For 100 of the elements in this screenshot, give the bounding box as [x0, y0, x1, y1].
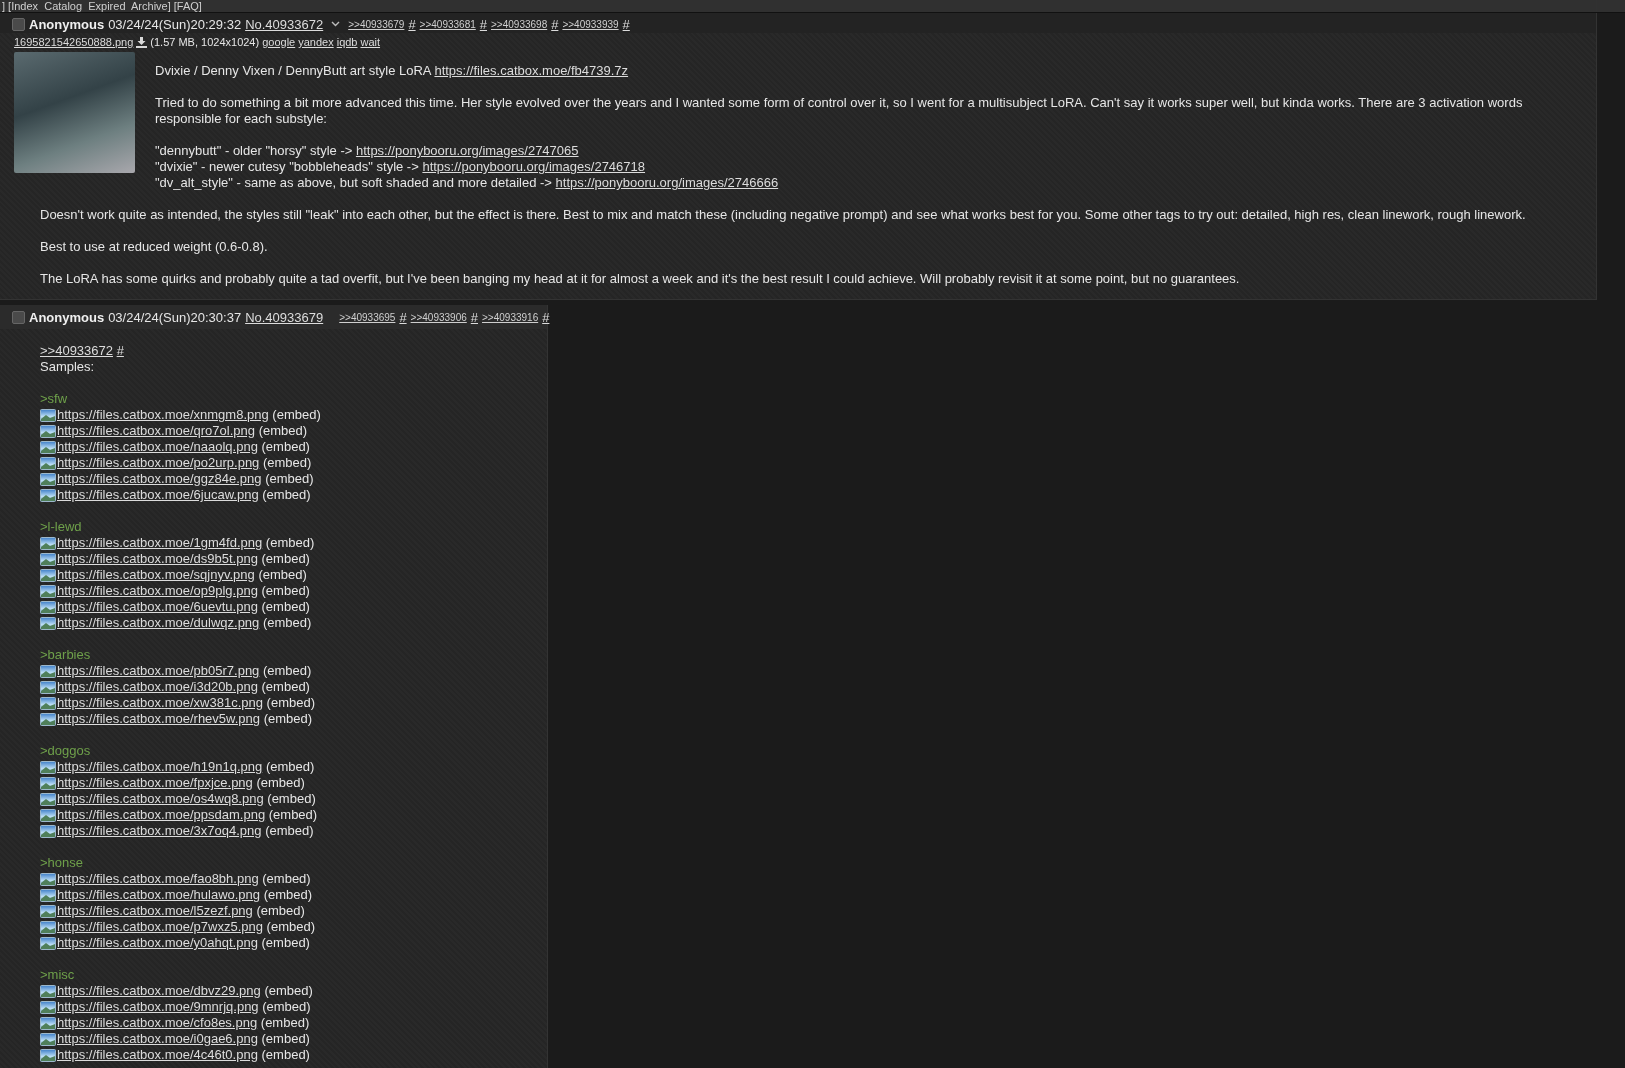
embed-link[interactable]: (embed) [261, 551, 310, 567]
embed-link[interactable]: (embed) [267, 791, 316, 807]
link[interactable]: https://ponybooru.org/images/2747065 [355, 143, 579, 158]
backlink[interactable]: >>40933679 [348, 18, 405, 30]
embed-link[interactable]: (embed) [261, 439, 310, 455]
image-icon [40, 904, 56, 918]
post-anchor-link[interactable]: # [116, 343, 124, 358]
file-link[interactable]: https://files.catbox.moe/xw381c.png [57, 695, 263, 711]
link[interactable]: https://files.catbox.moe/fb4739.7z [434, 63, 629, 78]
file-link[interactable]: https://files.catbox.moe/9mnrjq.png [57, 999, 259, 1015]
post-number-link[interactable]: No.40933679 [245, 309, 324, 325]
quote-link[interactable]: >>40933672 [40, 343, 114, 358]
file-link[interactable]: https://files.catbox.moe/rhev5w.png [57, 711, 261, 727]
image-thumbnail[interactable] [14, 52, 135, 173]
post-anchor-link[interactable]: # [622, 16, 630, 32]
link[interactable]: https://ponybooru.org/images/2746718 [422, 159, 645, 174]
post-number-link[interactable]: No.40933672 [245, 16, 324, 32]
embed-link[interactable]: (embed) [263, 455, 312, 471]
embed-link[interactable]: (embed) [265, 759, 315, 775]
file-link[interactable]: https://files.catbox.moe/i0gae6.png [57, 1031, 258, 1047]
post-checkbox[interactable] [12, 17, 25, 31]
embed-link[interactable]: (embed) [262, 871, 311, 887]
file-link[interactable]: https://files.catbox.moe/l5zezf.png [57, 903, 253, 919]
embed-link[interactable]: (embed) [261, 583, 310, 599]
backlink[interactable]: >>40933695 [339, 311, 396, 323]
backlink[interactable]: >>40933939 [562, 18, 619, 30]
file-link[interactable]: https://files.catbox.moe/6jucaw.png [57, 487, 259, 503]
embed-link[interactable]: (embed) [263, 663, 312, 679]
post-anchor-link[interactable]: # [399, 309, 407, 325]
embed-link[interactable]: (embed) [262, 487, 311, 503]
file-link[interactable]: https://files.catbox.moe/ppsdam.png [57, 807, 266, 823]
file-link[interactable]: https://files.catbox.moe/dbvz29.png [57, 983, 261, 999]
embed-link[interactable]: (embed) [260, 1015, 310, 1031]
file-link[interactable]: https://files.catbox.moe/cfo8es.png [57, 1015, 258, 1031]
file-name-link[interactable]: 1695821542650888.png [14, 35, 134, 49]
image-search-link[interactable]: google [262, 35, 296, 49]
post-anchor-link[interactable]: # [551, 16, 559, 32]
file-link[interactable]: https://files.catbox.moe/qro7ol.png [57, 423, 255, 439]
embed-link[interactable]: (embed) [265, 535, 315, 551]
download-icon[interactable] [136, 36, 148, 48]
post-checkbox[interactable] [12, 310, 25, 324]
file-link[interactable]: https://files.catbox.moe/1gm4fd.png [57, 535, 263, 551]
caret-icon[interactable] [331, 21, 341, 27]
image-search-link[interactable]: iqdb [336, 35, 358, 49]
file-link[interactable]: https://files.catbox.moe/op9plg.png [57, 583, 258, 599]
file-link[interactable]: https://files.catbox.moe/4c46t0.png [57, 1047, 258, 1063]
embed-link[interactable]: (embed) [265, 471, 314, 487]
embed-link[interactable]: (embed) [261, 679, 310, 695]
embed-link[interactable]: (embed) [258, 567, 307, 583]
file-link[interactable]: https://files.catbox.moe/p7wxz5.png [57, 919, 263, 935]
embed-link[interactable]: (embed) [266, 695, 315, 711]
file-link[interactable]: https://files.catbox.moe/hulawo.png [57, 887, 261, 903]
embed-link[interactable]: (embed) [272, 407, 321, 423]
image-icon [40, 472, 56, 486]
image-search-link[interactable]: yandex [298, 35, 334, 49]
embed-link[interactable]: (embed) [268, 807, 318, 823]
file-link[interactable]: https://files.catbox.moe/ggz84e.png [57, 471, 262, 487]
image-search-link[interactable]: wait [360, 35, 381, 49]
embed-link[interactable]: (embed) [261, 1031, 310, 1047]
embed-link[interactable]: (embed) [262, 999, 311, 1015]
embed-link[interactable]: (embed) [264, 983, 313, 999]
backlink[interactable]: >>40933906 [410, 311, 467, 323]
post-anchor-link[interactable]: # [542, 309, 550, 325]
file-link[interactable]: https://files.catbox.moe/dulwqz.png [57, 615, 260, 631]
embed-link[interactable]: (embed) [263, 711, 313, 727]
embed-link[interactable]: (embed) [262, 615, 312, 631]
file-link[interactable]: https://files.catbox.moe/y0ahqt.png [57, 935, 258, 951]
backlink[interactable]: >>40933681 [419, 18, 476, 30]
file-link[interactable]: https://files.catbox.moe/naaolq.png [57, 439, 258, 455]
file-link[interactable]: https://files.catbox.moe/i3d20b.png [57, 679, 258, 695]
file-link[interactable]: https://files.catbox.moe/6uevtu.png [57, 599, 258, 615]
post-anchor-link[interactable]: # [408, 16, 416, 32]
file-link[interactable]: https://files.catbox.moe/sqjnyv.png [57, 567, 255, 583]
embed-link[interactable]: (embed) [266, 919, 315, 935]
file-link[interactable]: https://files.catbox.moe/fao8bh.png [57, 871, 259, 887]
file-link[interactable]: https://files.catbox.moe/3x7oq4.png [57, 823, 262, 839]
embed-link[interactable]: (embed) [261, 935, 310, 951]
greentext: >misc [40, 967, 76, 983]
post-anchor-link[interactable]: # [470, 309, 478, 325]
file-link[interactable]: https://files.catbox.moe/h19n1q.png [57, 759, 263, 775]
file-link[interactable]: https://files.catbox.moe/po2urp.png [57, 455, 260, 471]
embed-link[interactable]: (embed) [261, 1047, 310, 1063]
board-nav-links[interactable]: ] [Index Catalog Expired Archive] [FAQ] [0, 0, 1625, 12]
embed-link[interactable]: (embed) [261, 599, 310, 615]
image-icon [40, 1016, 56, 1030]
embed-link[interactable]: (embed) [258, 423, 308, 439]
embed-link[interactable]: (embed) [256, 775, 305, 791]
backlink[interactable]: >>40933698 [491, 18, 548, 30]
embed-link[interactable]: (embed) [263, 887, 313, 903]
link[interactable]: https://ponybooru.org/images/2746666 [555, 175, 779, 190]
file-link[interactable]: https://files.catbox.moe/os4wq8.png [57, 791, 264, 807]
backlink[interactable]: >>40933916 [482, 311, 539, 323]
embed-link[interactable]: (embed) [256, 903, 305, 919]
file-link[interactable]: https://files.catbox.moe/xnmgm8.png [57, 407, 269, 423]
embed-link[interactable]: (embed) [265, 823, 314, 839]
file-link[interactable]: https://files.catbox.moe/fpxjce.png [57, 775, 253, 791]
file-link[interactable]: https://files.catbox.moe/pb05r7.png [57, 663, 260, 679]
greentext: >l-lewd [40, 519, 83, 535]
post-anchor-link[interactable]: # [479, 16, 487, 32]
file-link[interactable]: https://files.catbox.moe/ds9b5t.png [57, 551, 258, 567]
